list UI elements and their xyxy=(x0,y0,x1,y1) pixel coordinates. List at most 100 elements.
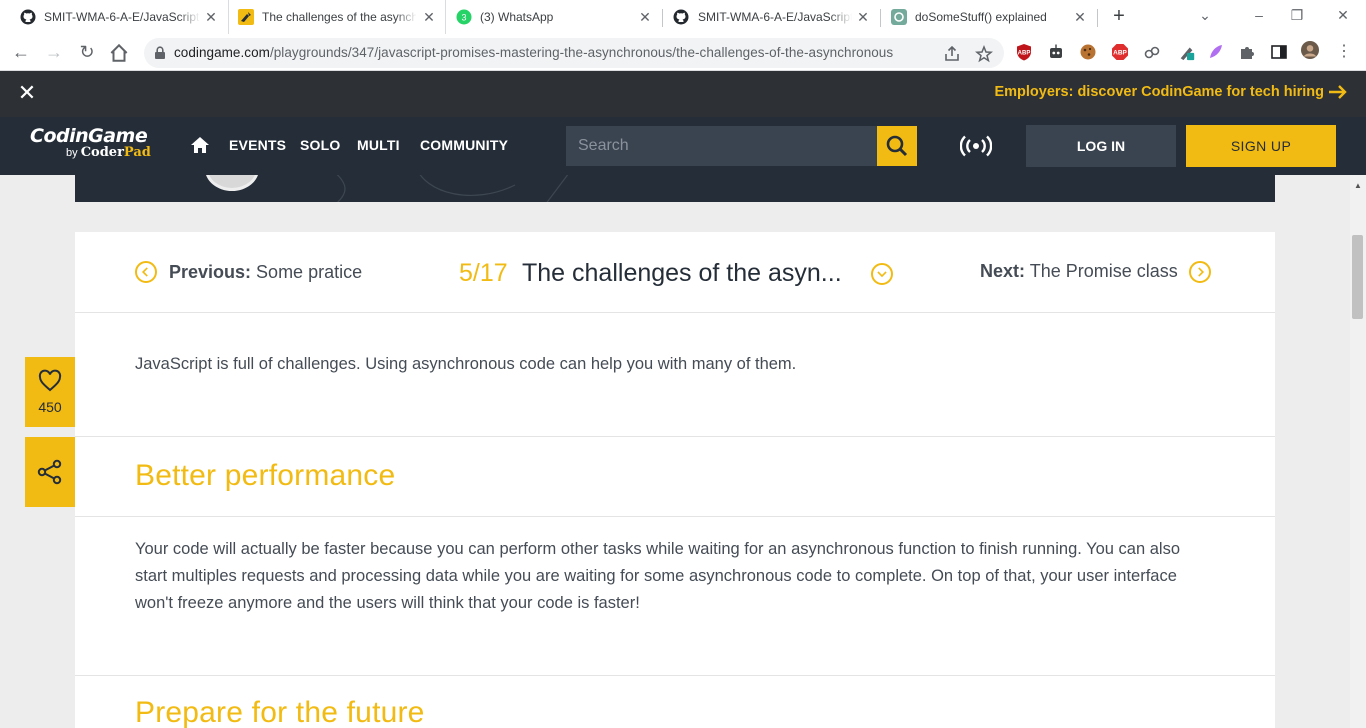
nav-solo[interactable]: SOLO xyxy=(300,137,340,153)
search-icon xyxy=(886,135,908,157)
new-tab-button[interactable]: + xyxy=(1108,6,1130,28)
tab-title: (3) WhatsApp xyxy=(480,10,554,24)
url-path: /playgrounds/347/javascript-promises-mas… xyxy=(269,45,894,60)
nav-community[interactable]: COMMUNITY xyxy=(420,137,508,153)
browser-tab[interactable]: SMIT-WMA-6-A-E/JavaScript ✕ xyxy=(663,0,880,34)
logo-wordmark: CodinGame xyxy=(30,125,148,147)
heart-icon[interactable] xyxy=(38,369,62,393)
logo-by: by xyxy=(66,147,78,159)
close-banner-icon[interactable]: ✕ xyxy=(16,82,38,104)
employers-link-text: Employers: discover CodinGame for tech h… xyxy=(994,84,1324,100)
next-lesson-link[interactable]: Next: The Promise class xyxy=(980,261,1211,285)
author-avatar[interactable] xyxy=(205,175,259,191)
previous-title: Some pratice xyxy=(256,262,363,282)
pen-icon[interactable] xyxy=(1178,43,1196,61)
url-text[interactable]: codingame.com/playgrounds/347/javascript… xyxy=(174,45,893,60)
browser-tab-strip: SMIT-WMA-6-A-E/JavaScript ✕ The challeng… xyxy=(0,0,1366,34)
chevron-down-circle-icon[interactable] xyxy=(871,263,893,285)
cookie-icon[interactable] xyxy=(1079,43,1097,61)
browser-tab-active[interactable]: The challenges of the asynchronous ✕ xyxy=(228,0,446,34)
codingame-icon xyxy=(238,9,254,25)
feather-icon[interactable] xyxy=(1207,43,1225,61)
site-navbar: CodinGame by CoderPad EVENTS SOLO MULTI … xyxy=(0,117,1366,175)
employers-link[interactable]: Employers: discover CodinGame for tech h… xyxy=(994,84,1348,100)
lesson-counter: 5/17 xyxy=(459,259,508,287)
github-icon xyxy=(20,9,36,25)
scrollbar-thumb[interactable] xyxy=(1352,235,1363,319)
page-scrollbar[interactable]: ▲ xyxy=(1350,175,1366,728)
minimize-icon[interactable]: – xyxy=(1246,4,1272,26)
profile-avatar[interactable] xyxy=(1301,41,1319,59)
tab-title: doSomeStuff() explained xyxy=(915,10,1047,24)
live-broadcast-icon[interactable] xyxy=(960,135,992,157)
like-count: 450 xyxy=(38,399,62,415)
search-button[interactable] xyxy=(877,126,917,166)
browser-tab[interactable]: doSomeStuff() explained ✕ xyxy=(881,0,1097,34)
lesson-navigation: Previous: Some pratice 5/17 The challeng… xyxy=(75,232,1275,313)
tab-title: SMIT-WMA-6-A-E/JavaScript xyxy=(698,10,852,24)
abp-icon[interactable]: ABP xyxy=(1111,43,1129,61)
logo-pad: Pad xyxy=(123,145,151,160)
previous-label: Previous: xyxy=(169,262,252,282)
share-icon[interactable] xyxy=(37,459,63,485)
puzzle-icon[interactable] xyxy=(1238,43,1256,61)
robot-icon[interactable] xyxy=(1047,43,1065,61)
bookmark-star-icon[interactable] xyxy=(975,45,993,63)
reload-icon[interactable]: ↻ xyxy=(76,41,98,63)
login-button[interactable]: LOG IN xyxy=(1026,125,1176,167)
tab-search-icon[interactable]: ⌄ xyxy=(1192,4,1218,26)
home-icon[interactable] xyxy=(190,135,210,155)
browser-menu-icon[interactable]: ⋮ xyxy=(1333,41,1355,63)
chevron-right-circle-icon xyxy=(1189,261,1211,283)
chevron-left-circle-icon xyxy=(135,261,157,283)
close-tab-icon[interactable]: ✕ xyxy=(1071,8,1089,26)
logo-byline: by CoderPad xyxy=(66,146,151,160)
employers-banner: ✕ Employers: discover CodinGame for tech… xyxy=(0,71,1366,117)
like-widget[interactable]: 450 xyxy=(25,357,75,427)
search-input[interactable]: Search xyxy=(566,126,877,166)
link-icon[interactable] xyxy=(1143,43,1161,61)
nav-multi[interactable]: MULTI xyxy=(357,137,400,153)
next-label: Next: xyxy=(980,261,1026,281)
ublock-icon[interactable]: ABP xyxy=(1015,43,1033,61)
signup-button[interactable]: SIGN UP xyxy=(1186,125,1336,167)
whatsapp-badge: 3 xyxy=(461,13,466,23)
codingame-logo[interactable]: CodinGame by CoderPad xyxy=(30,126,151,160)
restore-icon[interactable]: ❐ xyxy=(1284,4,1310,26)
logo-coder: Coder xyxy=(80,145,124,160)
intro-paragraph: JavaScript is full of challenges. Using … xyxy=(135,355,797,373)
github-icon xyxy=(673,9,689,25)
tab-title: SMIT-WMA-6-A-E/JavaScript xyxy=(44,10,200,24)
scroll-up-arrow-icon[interactable]: ▲ xyxy=(1354,181,1362,190)
browser-tab[interactable]: 3 (3) WhatsApp ✕ xyxy=(446,0,662,34)
back-icon[interactable]: ← xyxy=(10,41,32,63)
home-icon[interactable] xyxy=(108,42,130,64)
address-bar[interactable]: codingame.com/playgrounds/347/javascript… xyxy=(144,38,1004,68)
playground-header-band xyxy=(75,175,1275,202)
close-tab-icon[interactable]: ✕ xyxy=(854,8,872,26)
close-tab-icon[interactable]: ✕ xyxy=(202,8,220,26)
browser-tab[interactable]: SMIT-WMA-6-A-E/JavaScript ✕ xyxy=(8,0,228,34)
share-widget[interactable] xyxy=(25,437,75,507)
lesson-title: The challenges of the asyn... xyxy=(522,259,842,287)
whatsapp-icon: 3 xyxy=(456,9,472,25)
tab-title: The challenges of the asynchronous xyxy=(262,10,416,24)
sidepanel-icon[interactable] xyxy=(1270,43,1288,61)
abp-label: ABP xyxy=(1113,50,1127,57)
ublock-label: ABP xyxy=(1018,51,1031,57)
share-page-icon[interactable] xyxy=(943,45,961,63)
section-heading: Better performance xyxy=(135,459,396,492)
forward-icon[interactable]: → xyxy=(43,41,65,63)
lock-icon[interactable] xyxy=(154,46,166,60)
address-toolbar: ← → ↻ codingame.com/playgrounds/347/java… xyxy=(0,34,1366,71)
nav-events[interactable]: EVENTS xyxy=(229,137,286,153)
close-tab-icon[interactable]: ✕ xyxy=(636,8,654,26)
divider xyxy=(75,516,1275,517)
close-tab-icon[interactable]: ✕ xyxy=(420,8,438,26)
url-host: codingame.com xyxy=(174,45,270,60)
divider xyxy=(75,436,1275,437)
arrow-right-icon xyxy=(1329,85,1347,99)
lesson-card: Previous: Some pratice 5/17 The challeng… xyxy=(75,232,1275,728)
close-window-icon[interactable]: ✕ xyxy=(1330,4,1356,26)
tab-separator xyxy=(1097,9,1098,27)
